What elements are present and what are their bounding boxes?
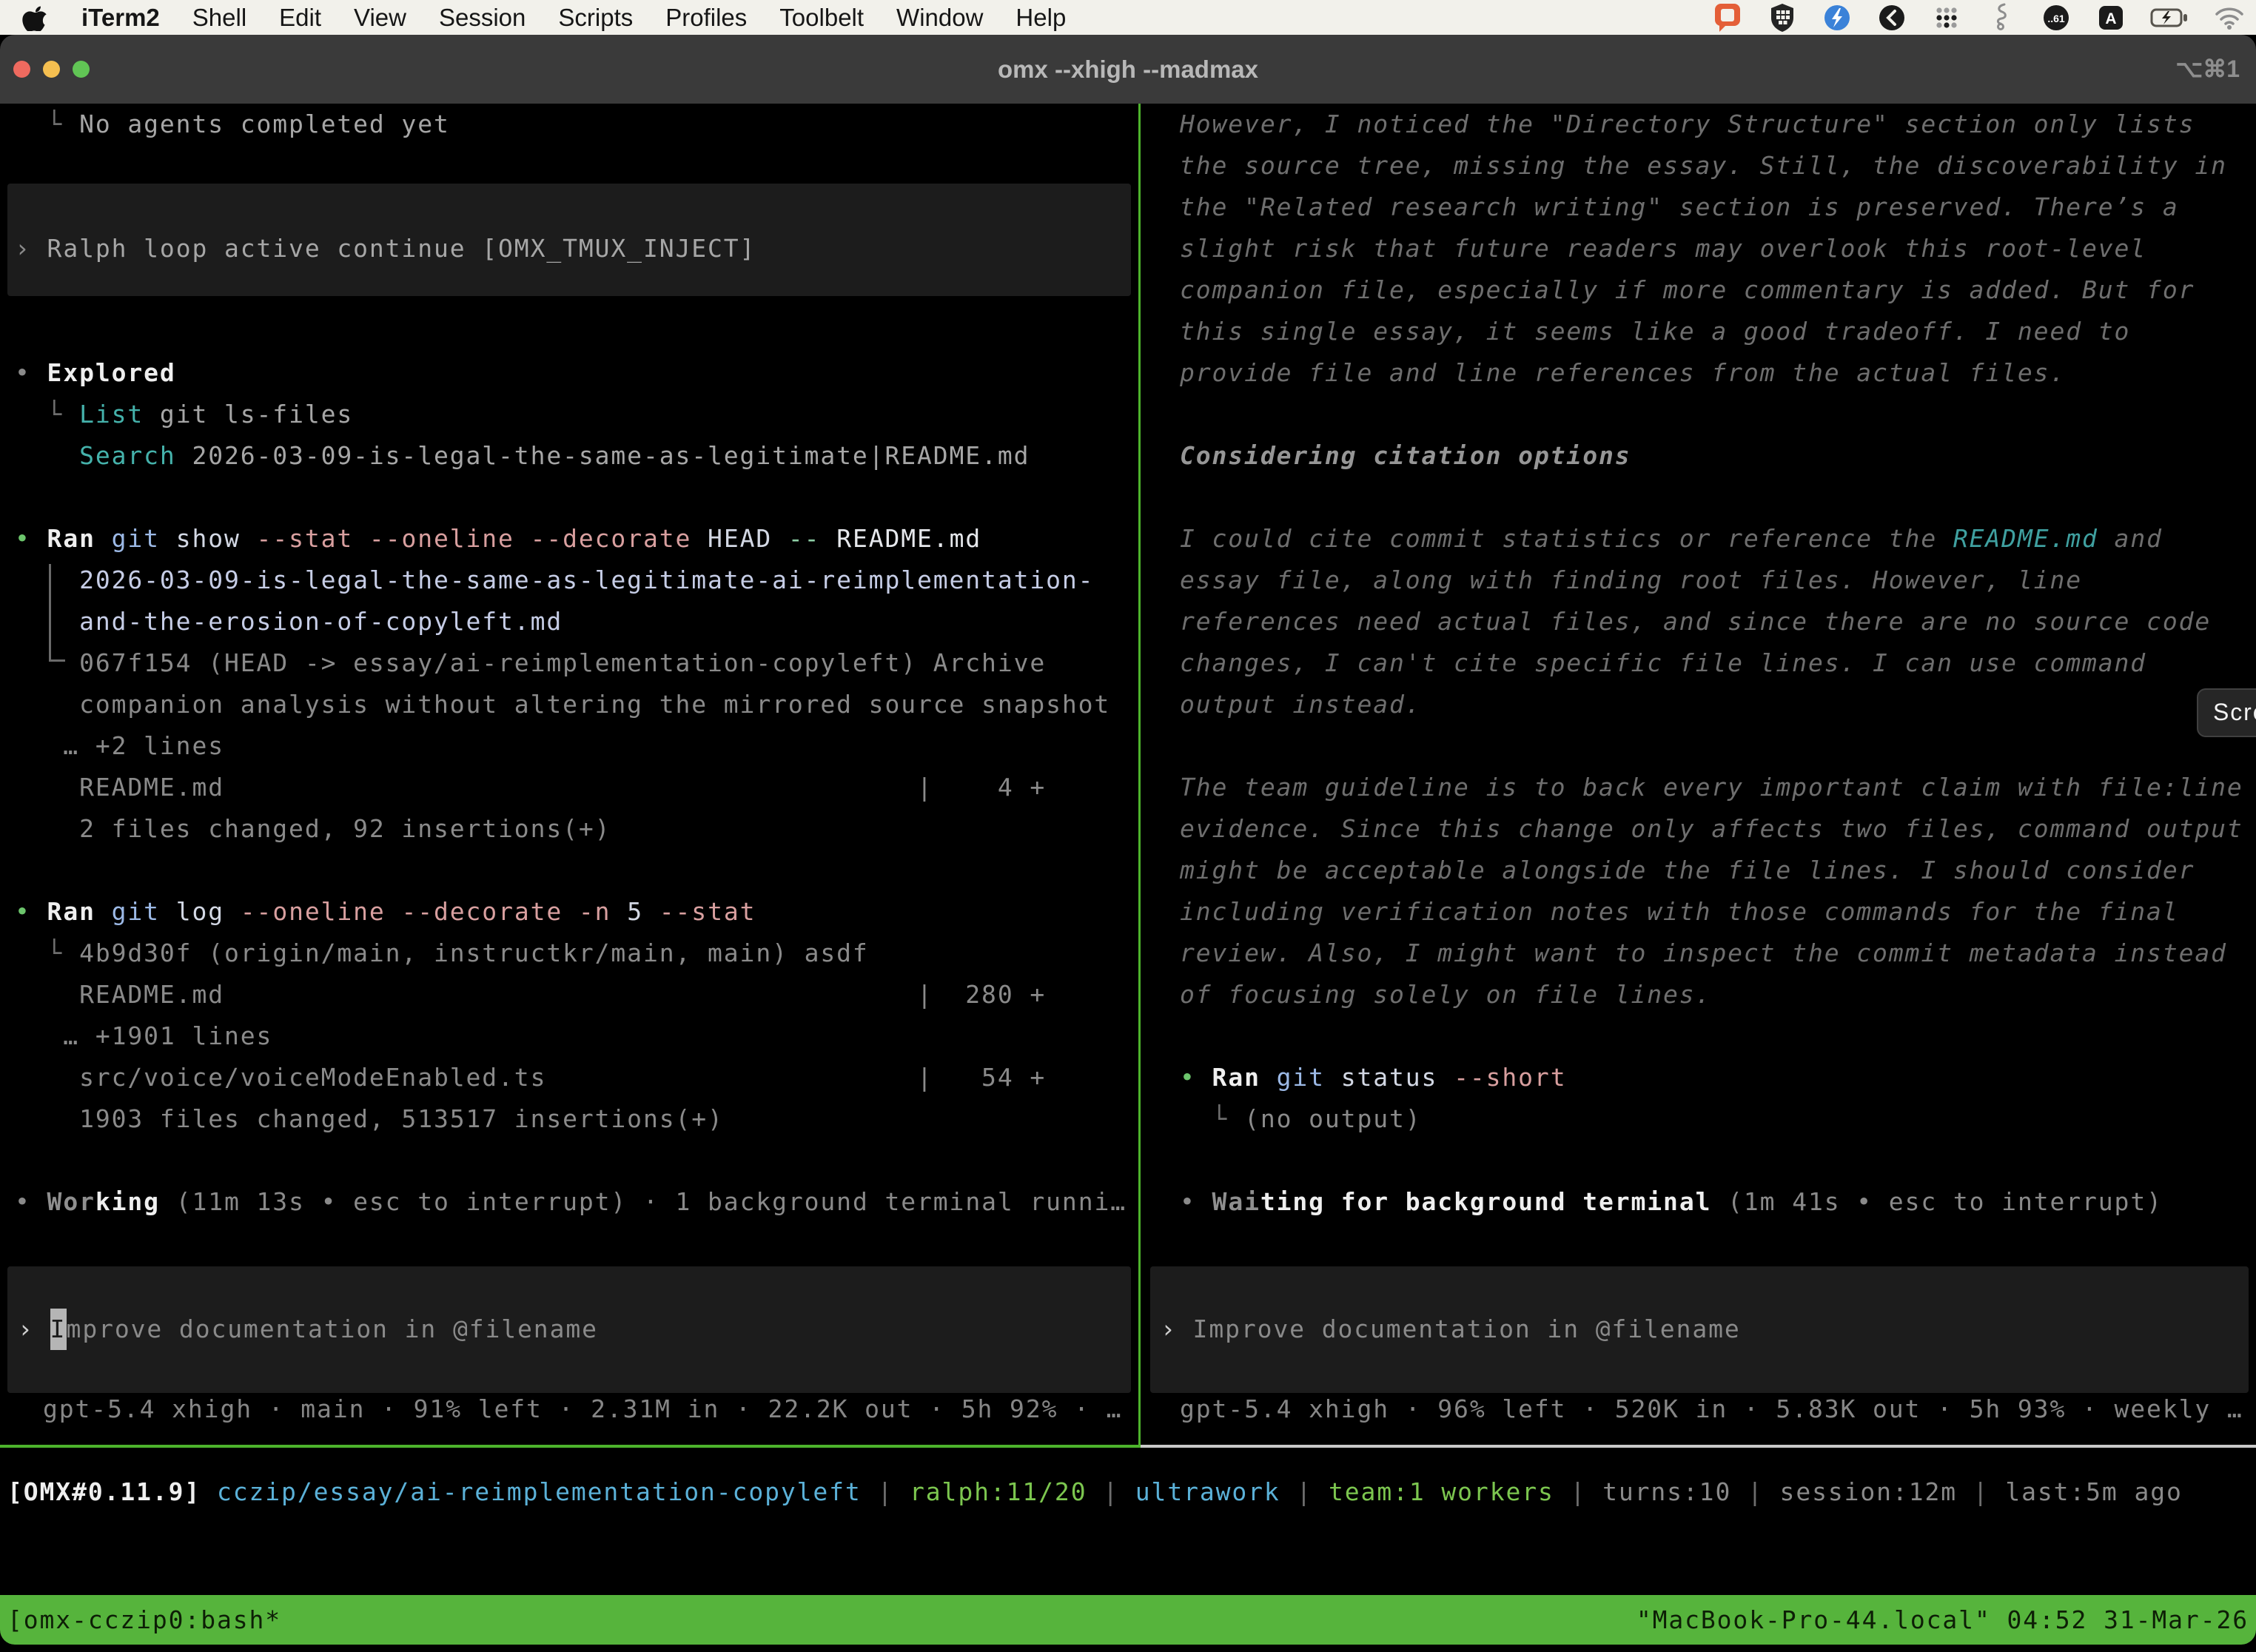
window-titlebar[interactable]: omx --xhigh --madmax ⌥⌘1 bbox=[0, 35, 2256, 104]
terminal-row: provide file and line references from th… bbox=[1143, 352, 2256, 394]
terminal-row: slight risk that future readers may over… bbox=[1143, 228, 2256, 269]
terminal-row: Considering citation options bbox=[1143, 435, 2256, 477]
terminal-row: └ (no output) bbox=[1143, 1098, 2256, 1140]
menu-item-toolbelt[interactable]: Toolbelt bbox=[779, 4, 864, 32]
terminal-row: essay file, along with finding root file… bbox=[1143, 560, 2256, 601]
terminal-row: └ 4b9d30f (origin/main, instructkr/main,… bbox=[0, 933, 1138, 974]
terminal-row: 2026-03-09-is-legal-the-same-as-legitima… bbox=[0, 560, 1138, 601]
apple-menu-icon[interactable] bbox=[22, 4, 49, 31]
shield-grid-icon[interactable] bbox=[1766, 0, 1799, 35]
terminal-row: 067f154 (HEAD -> essay/ai-reimplementati… bbox=[0, 642, 1138, 684]
prompt-input-right[interactable]: › Improve documentation in @filename bbox=[1150, 1266, 2249, 1393]
omx-status-line: [OMX#0.11.9] cczip/essay/ai-reimplementa… bbox=[0, 1471, 2256, 1513]
terminal-row: companion file, especially if more comme… bbox=[1143, 269, 2256, 311]
terminal-row: The team guideline is to back every impo… bbox=[1143, 767, 2256, 808]
terminal-row: review. Also, I might want to inspect th… bbox=[1143, 933, 2256, 974]
terminal-row: • Ran git status --short bbox=[1143, 1057, 2256, 1098]
terminal-row: the source tree, missing the essay. Stil… bbox=[1143, 145, 2256, 187]
terminal-row: • Ran git log --oneline --decorate -n 5 … bbox=[0, 891, 1138, 933]
terminal-row: src/voice/voiceModeEnabled.ts | 54 + bbox=[0, 1057, 1138, 1098]
pane-left[interactable]: └ No agents completed yet › Ralph loop ac… bbox=[0, 104, 1138, 1445]
terminal-row: changes, I can't cite specific file line… bbox=[1143, 642, 2256, 684]
menu-item-app[interactable]: iTerm2 bbox=[81, 4, 160, 32]
iterm2-window: omx --xhigh --madmax ⌥⌘1 └ No agents com… bbox=[0, 35, 2256, 1645]
window-shortcut-badge: ⌥⌘1 bbox=[2175, 35, 2240, 104]
terminal-row: companion analysis without altering the … bbox=[0, 684, 1138, 725]
menu-items: Shell Edit View Session Scripts Profiles Toolb… bbox=[192, 4, 1067, 32]
record-circle-icon[interactable] bbox=[1876, 0, 1908, 35]
tmux-status-bar: [omx-cczip0:bash* "MacBook-Pro-44.local"… bbox=[0, 1595, 2256, 1645]
tmux-window-label[interactable]: [omx-cczip0:bash* bbox=[7, 1595, 281, 1645]
terminal-row: • Working (11m 13s • esc to interrupt) ·… bbox=[0, 1181, 1138, 1223]
prompt-chevron: › bbox=[18, 1314, 50, 1343]
terminal-row: However, I noticed the "Directory Struct… bbox=[1143, 104, 2256, 145]
dots-grid-icon[interactable] bbox=[1930, 0, 1963, 35]
blue-badge-icon[interactable] bbox=[1821, 0, 1853, 35]
terminal-row: I could cite commit statistics or refere… bbox=[1143, 518, 2256, 560]
terminal-row: • Ran git show --stat --oneline --decora… bbox=[0, 518, 1138, 560]
menu-item-window[interactable]: Window bbox=[896, 4, 983, 32]
prompt-input-left[interactable]: › Improve documentation in @filename bbox=[7, 1266, 1131, 1393]
terminal-row: including verification notes with those … bbox=[1143, 891, 2256, 933]
macos-menu-bar: iTerm2 Shell Edit View Session Scripts Profil… bbox=[0, 0, 2256, 35]
menu-item-help[interactable]: Help bbox=[1015, 4, 1066, 32]
terminal-row: … +2 lines bbox=[0, 725, 1138, 767]
terminal-row: output instead. bbox=[1143, 684, 2256, 725]
menu-item-shell[interactable]: Shell bbox=[192, 4, 246, 32]
terminal-row: README.md | 4 + bbox=[0, 767, 1138, 808]
pane-divider-horizontal-inactive[interactable] bbox=[1141, 1445, 2256, 1448]
cloud-badge-icon[interactable]: ..61 bbox=[2040, 0, 2072, 35]
terminal-row: README.md | 280 + bbox=[0, 974, 1138, 1015]
tmux-host-clock: "MacBook-Pro-44.local" 04:52 31-Mar-26 bbox=[1636, 1595, 2249, 1645]
terminal-row: Search 2026-03-09-is-legal-the-same-as-l… bbox=[0, 435, 1138, 477]
terminal-row: references need actual files, and since … bbox=[1143, 601, 2256, 642]
squiggle-icon[interactable] bbox=[1985, 0, 2018, 35]
menu-item-profiles[interactable]: Profiles bbox=[665, 4, 747, 32]
svg-text:A: A bbox=[2105, 10, 2116, 27]
wifi-icon[interactable] bbox=[2213, 0, 2246, 35]
screen-notification-overlay[interactable]: Scre bbox=[2197, 688, 2256, 737]
menu-bar-status-icons: ..61 A bbox=[1711, 0, 2256, 35]
battery-icon[interactable] bbox=[2149, 0, 2191, 35]
terminal-row: 2 files changed, 92 insertions(+) bbox=[0, 808, 1138, 850]
terminal-row: 1903 files changed, 513517 insertions(+) bbox=[0, 1098, 1138, 1140]
pane-divider-vertical[interactable] bbox=[1138, 104, 1141, 1448]
menu-item-view[interactable]: View bbox=[354, 4, 406, 32]
input-source-icon[interactable]: A bbox=[2095, 0, 2127, 35]
pane-right[interactable]: However, I noticed the "Directory Struct… bbox=[1143, 104, 2256, 1445]
menu-item-edit[interactable]: Edit bbox=[279, 4, 321, 32]
status-line-right: gpt-5.4 xhigh · 96% left · 520K in · 5.8… bbox=[1143, 1389, 2256, 1430]
terminal-row: the "Related research writing" section i… bbox=[1143, 187, 2256, 228]
prompt-input-right-text[interactable]: › Improve documentation in @filename bbox=[1150, 1309, 2249, 1350]
prompt-input-left-text[interactable]: › Improve documentation in @filename bbox=[7, 1309, 1131, 1350]
menu-bar-left: iTerm2 Shell Edit View Session Scripts Profil… bbox=[0, 0, 1066, 35]
terminal-area: └ No agents completed yet › Ralph loop ac… bbox=[0, 104, 2256, 1595]
prompt-chevron: › bbox=[1161, 1314, 1193, 1343]
chat-app-icon[interactable] bbox=[1711, 0, 1744, 35]
terminal-row: • Explored bbox=[0, 352, 1138, 394]
status-line-left: gpt-5.4 xhigh · main · 91% left · 2.31M … bbox=[0, 1389, 1138, 1430]
terminal-row: this single essay, it seems like a good … bbox=[1143, 311, 2256, 352]
terminal-row: might be acceptable alongside the file l… bbox=[1143, 850, 2256, 891]
terminal-row: └ List git ls-files bbox=[0, 394, 1138, 435]
terminal-row: … +1901 lines bbox=[0, 1015, 1138, 1057]
terminal-row: and-the-erosion-of-copyleft.md bbox=[0, 601, 1138, 642]
window-title: omx --xhigh --madmax bbox=[0, 35, 2256, 104]
svg-text:..61: ..61 bbox=[2047, 13, 2065, 24]
menu-item-session[interactable]: Session bbox=[439, 4, 526, 32]
terminal-row: evidence. Since this change only affects… bbox=[1143, 808, 2256, 850]
pane-divider-horizontal-active[interactable] bbox=[0, 1445, 1141, 1448]
menu-item-scripts[interactable]: Scripts bbox=[558, 4, 633, 32]
terminal-row: of focusing solely on file lines. bbox=[1143, 974, 2256, 1015]
text-cursor: I bbox=[50, 1309, 67, 1350]
terminal-row: • Waiting for background terminal (1m 41… bbox=[1143, 1181, 2256, 1223]
terminal-row: └ No agents completed yet bbox=[0, 104, 1138, 145]
terminal-row: › Ralph loop active continue [OMX_TMUX_I… bbox=[0, 228, 1138, 269]
